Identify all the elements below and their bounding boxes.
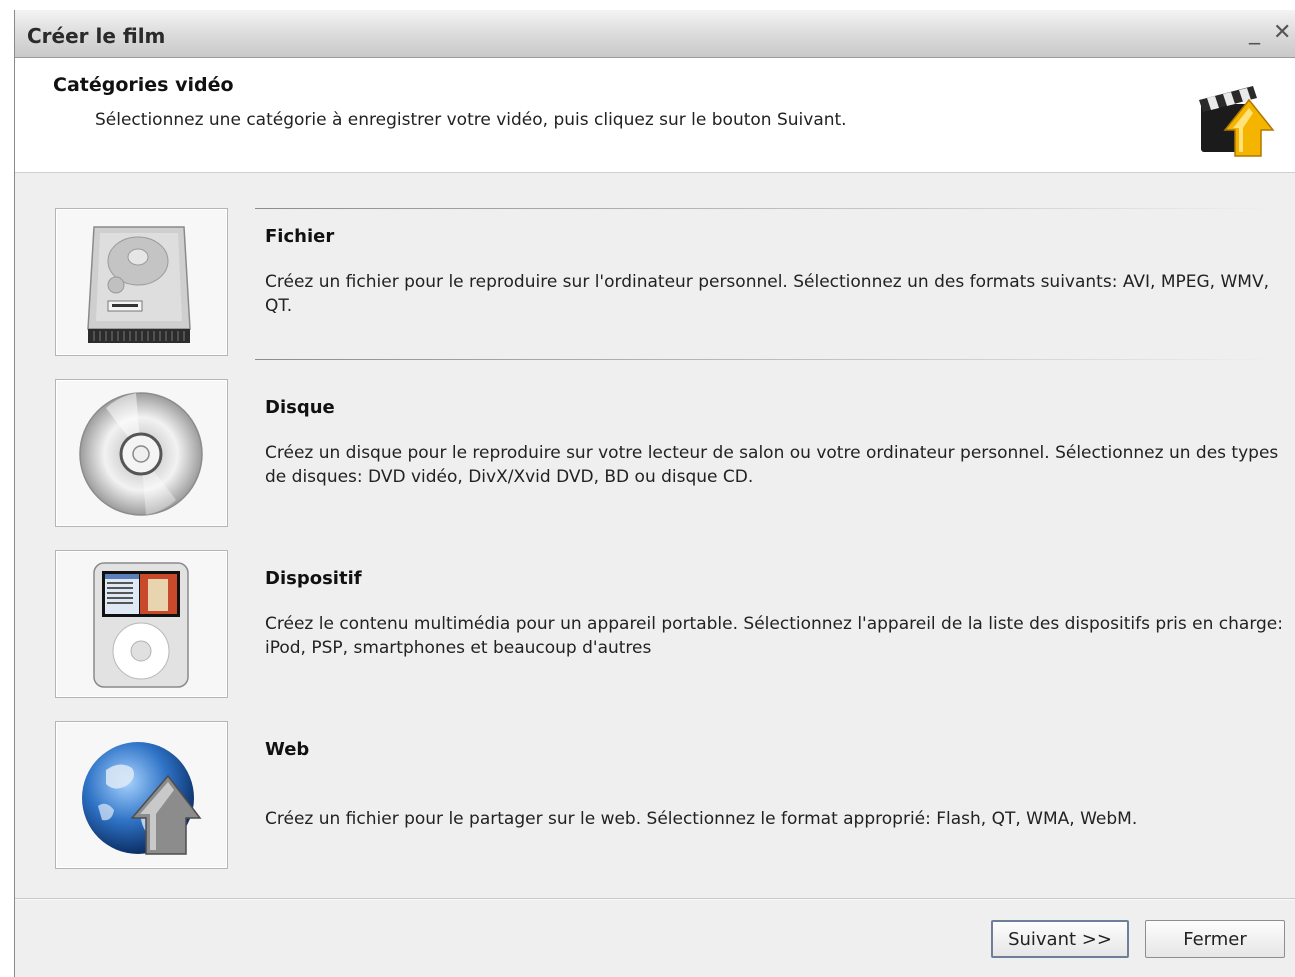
category-web-title: Web — [265, 739, 310, 760]
category-disque[interactable]: Disque Créez un disque pour le reproduir… — [55, 379, 1295, 529]
category-dispositif[interactable]: Dispositif Créez le contenu multimédia p… — [55, 550, 1295, 700]
category-dispositif-title: Dispositif — [265, 568, 362, 589]
minimize-button[interactable]: _ — [1249, 22, 1260, 44]
header-title: Catégories vidéo — [53, 74, 234, 96]
close-window-button[interactable]: ✕ — [1273, 22, 1291, 44]
clapperboard-arrow-icon — [1199, 86, 1275, 157]
category-fichier-thumbnail[interactable] — [55, 208, 228, 356]
header-subtitle: Sélectionnez une catégorie à enregistrer… — [95, 110, 847, 130]
disc-icon — [79, 392, 203, 516]
globe-arrow-icon — [82, 742, 202, 855]
category-disque-title: Disque — [265, 397, 335, 418]
category-fichier[interactable]: Fichier Créez un fichier pour le reprodu… — [55, 208, 1295, 358]
footer-divider-highlight — [15, 899, 1295, 900]
dialog-header: Catégories vidéo Sélectionnez une catégo… — [15, 58, 1295, 173]
hard-drive-icon — [87, 226, 191, 343]
close-button[interactable]: Fermer — [1145, 920, 1285, 958]
separator — [255, 208, 1275, 209]
category-dispositif-thumbnail[interactable] — [55, 550, 228, 698]
category-dispositif-description: Créez le contenu multimédia pour un appa… — [265, 614, 1283, 658]
next-button[interactable]: Suivant >> — [991, 920, 1129, 958]
separator — [255, 359, 1275, 360]
category-disque-thumbnail[interactable] — [55, 379, 228, 527]
category-web-thumbnail[interactable] — [55, 721, 228, 869]
title-bar: Créer le film _ ✕ — [15, 10, 1295, 58]
category-web-description: Créez un fichier pour le partager sur le… — [265, 809, 1138, 829]
category-disque-description: Créez un disque pour le reproduire sur v… — [265, 443, 1279, 487]
dialog-window: Créer le film _ ✕ Catégories vidéo Sélec… — [14, 10, 1295, 977]
ipod-icon — [93, 562, 189, 688]
window-title: Créer le film — [27, 24, 166, 48]
category-fichier-description: Créez un fichier pour le reproduire sur … — [265, 272, 1269, 316]
category-web[interactable]: Web Créez un fichier pour le partager su… — [55, 721, 1295, 871]
category-fichier-title: Fichier — [265, 226, 335, 247]
